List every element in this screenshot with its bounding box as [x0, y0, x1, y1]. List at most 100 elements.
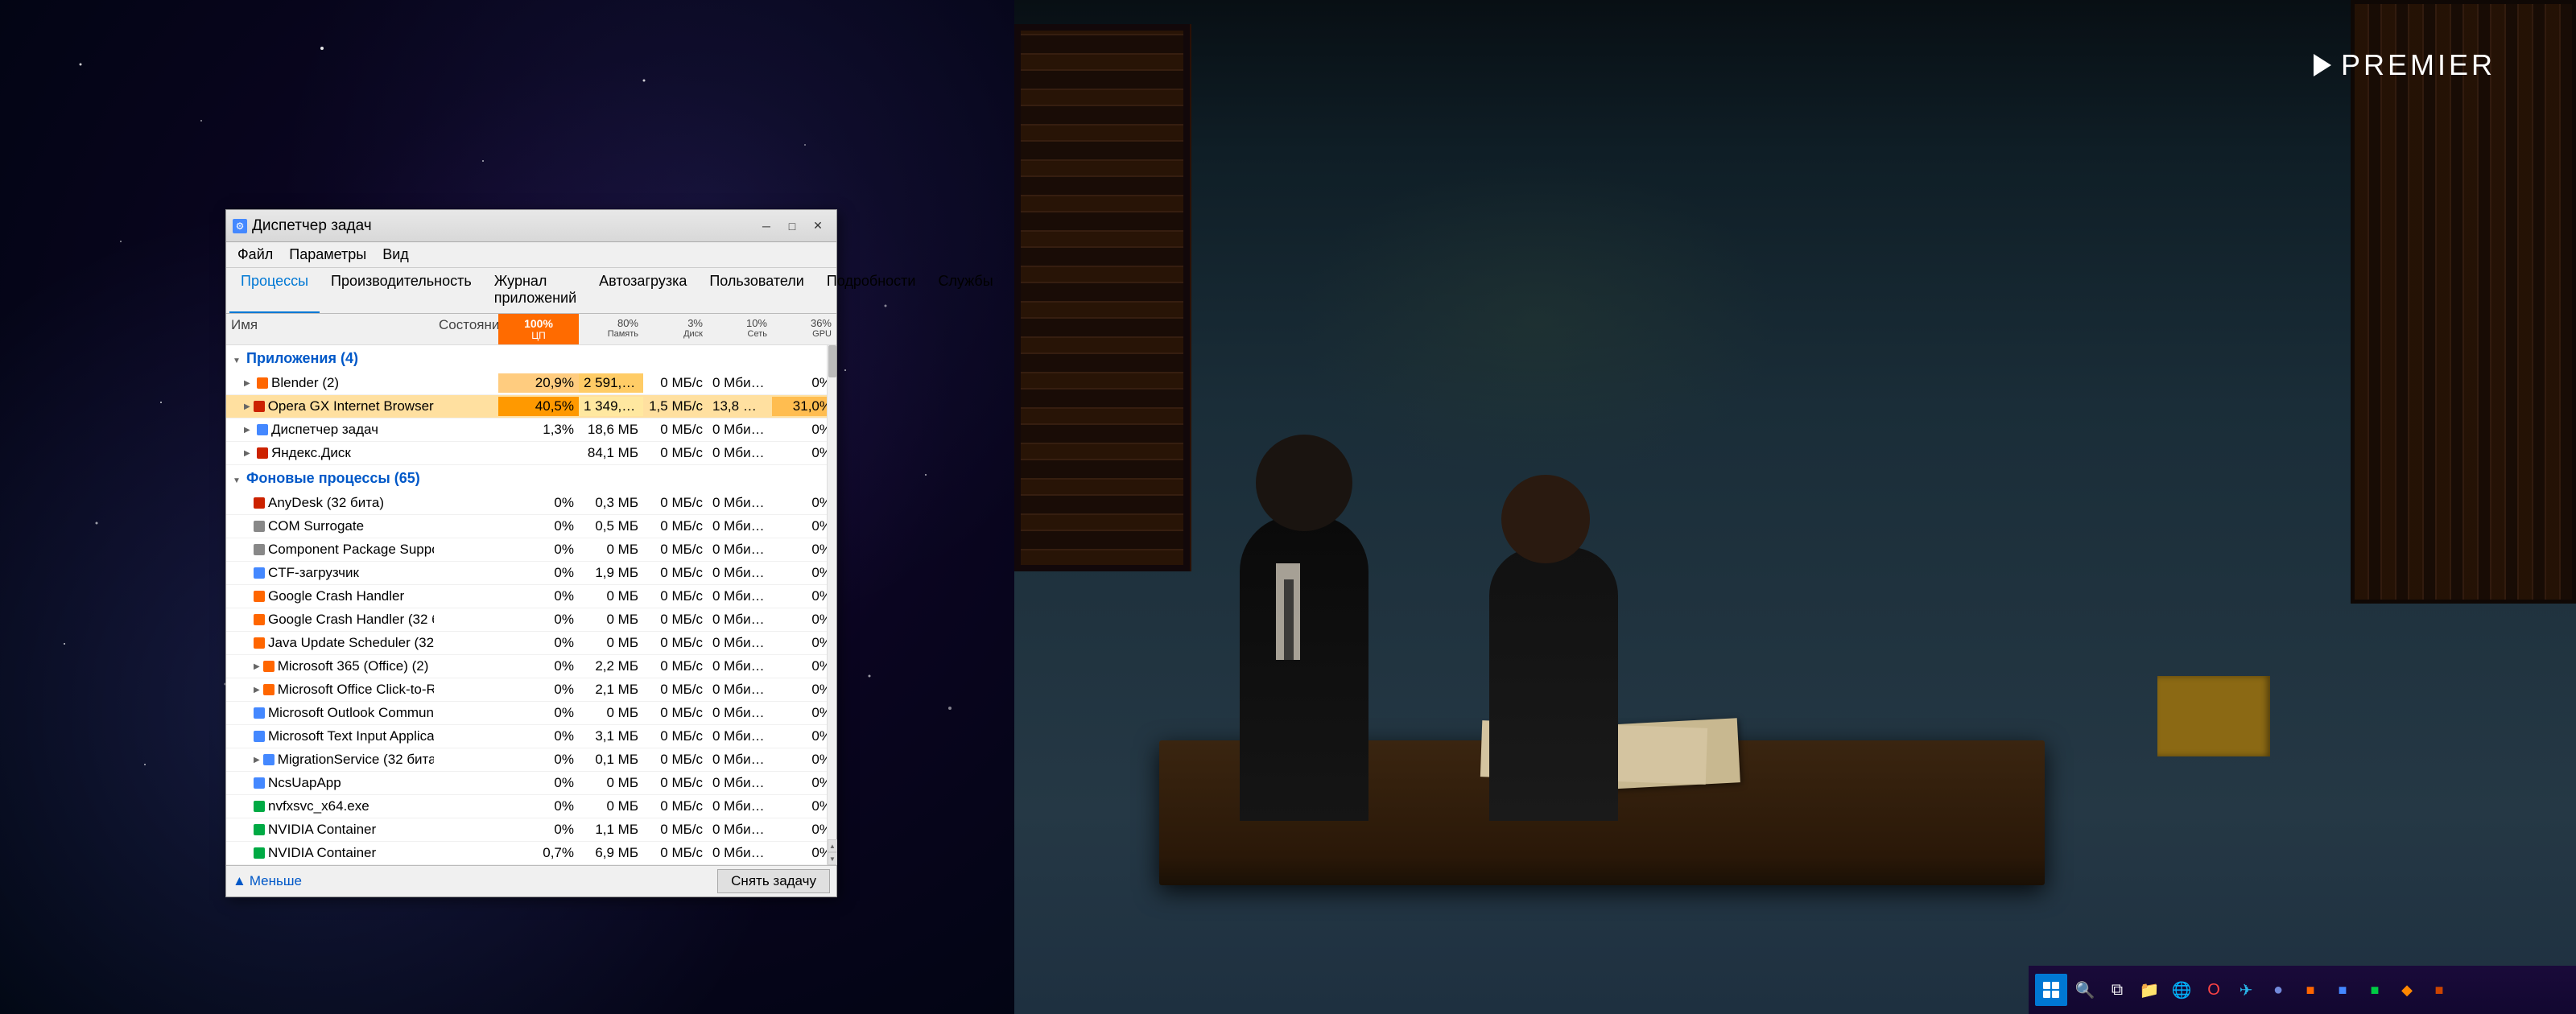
taskmgr-memory: 18,6 МБ [579, 420, 643, 439]
processes-content: Имя Состояние 100% ЦП 80% Память 3% Диск… [226, 314, 836, 865]
col-status[interactable]: Состояние [434, 314, 498, 344]
app2-button[interactable]: ■ [2328, 975, 2357, 1004]
col-gpu[interactable]: 36% GPU [772, 314, 836, 344]
tab-processes[interactable]: Процессы [229, 268, 320, 313]
task-manager-window: ⚙ Диспетчер задач ─ □ ✕ Файл Параметры В… [225, 209, 837, 897]
process-row-anydesk[interactable]: AnyDesk (32 бита) 0% 0,3 МБ 0 МБ/с 0 Мби… [226, 492, 836, 515]
discord-button[interactable]: ● [2264, 975, 2293, 1004]
process-name-opera: ▶ Opera GX Internet Browser (32) [226, 395, 434, 418]
expand-yandex[interactable]: ▶ [244, 449, 254, 458]
minimize-button[interactable]: ─ [754, 216, 778, 236]
expand-bg-icon[interactable]: ▼ [233, 476, 242, 485]
end-task-button[interactable]: Снять задачу [717, 869, 830, 893]
scrollbar[interactable]: ▲ ▼ [827, 345, 836, 865]
ctf-icon [254, 567, 265, 579]
process-row-nvidia1[interactable]: NVIDIA Container 0% 1,1 МБ 0 МБ/с 0 Мбит… [226, 818, 836, 842]
column-headers: Имя Состояние 100% ЦП 80% Память 3% Диск… [226, 314, 836, 345]
yandex-status [434, 451, 498, 455]
task-view-button[interactable]: ⧉ [2103, 975, 2132, 1004]
yandex-icon [257, 447, 268, 459]
process-row-taskmgr[interactable]: ▶ Диспетчер задач 1,3% 18,6 МБ 0 МБ/с 0 … [226, 418, 836, 442]
tab-details[interactable]: Подробности [815, 268, 927, 313]
process-name-taskmgr: ▶ Диспетчер задач [226, 418, 434, 441]
col-memory[interactable]: 80% Память [579, 314, 643, 344]
process-name-com-surrogate: COM Surrogate [226, 515, 434, 538]
apps-section-header[interactable]: ▼ Приложения (4) [226, 345, 836, 372]
less-button[interactable]: ▲ Меньше [233, 873, 302, 889]
ms-text-icon [254, 731, 265, 742]
tab-performance[interactable]: Производительность [320, 268, 483, 313]
anydesk-disk: 0 МБ/с [643, 493, 708, 513]
tab-services[interactable]: Службы [927, 268, 1004, 313]
app3-button[interactable]: ■ [2360, 975, 2389, 1004]
ncsuap-icon [254, 777, 265, 789]
opera-icon [254, 401, 265, 412]
process-row-google-crash[interactable]: Google Crash Handler 0% 0 МБ 0 МБ/с 0 Мб… [226, 585, 836, 608]
scroll-arrows: ▲ ▼ [828, 839, 837, 865]
process-row-cpss[interactable]: Component Package Support Server 0% 0 МБ… [226, 538, 836, 562]
process-row-ms365[interactable]: ▶ Microsoft 365 (Office) (2) 0% 2,2 МБ 0… [226, 655, 836, 678]
process-row-migration[interactable]: ▶ MigrationService (32 бита) 0% 0,1 МБ 0… [226, 748, 836, 772]
process-row-ctf[interactable]: CTF-загрузчик 0% 1,9 МБ 0 МБ/с 0 Мбит/с … [226, 562, 836, 585]
blender-memory: 2 591,5 МБ [579, 373, 643, 393]
process-name-cpss: Component Package Support Server [226, 538, 434, 561]
col-cpu[interactable]: 100% ЦП [498, 314, 579, 344]
app1-button[interactable]: ■ [2296, 975, 2325, 1004]
yandex-cpu [498, 451, 579, 455]
opera-memory: 1 349,2 МБ [579, 397, 643, 416]
process-name-ctf: CTF-загрузчик [226, 562, 434, 584]
process-row-yandex[interactable]: ▶ Яндекс.Диск 84,1 МБ 0 МБ/с 0 Мбит/с 0% [226, 442, 836, 465]
app4-button[interactable]: ■ [2425, 975, 2454, 1004]
process-row-ms-office[interactable]: ▶ Microsoft Office Click-to-Run (5) 0% 2… [226, 678, 836, 702]
process-row-google-crash-32[interactable]: Google Crash Handler (32 бита) 0% 0 МБ 0… [226, 608, 836, 632]
tab-bar: Процессы Производительность Журнал прило… [226, 268, 836, 314]
scrollbar-thumb[interactable] [828, 345, 836, 377]
expand-icon[interactable]: ▼ [233, 357, 242, 365]
process-row-opera[interactable]: ▶ Opera GX Internet Browser (32) 40,5% 1… [226, 395, 836, 418]
maximize-button[interactable]: □ [780, 216, 804, 236]
taskmgr-icon [257, 424, 268, 435]
col-disk[interactable]: 3% Диск [643, 314, 708, 344]
explorer-button[interactable]: 📁 [2135, 975, 2164, 1004]
task-manager-footer: ▲ Меньше Снять задачу [226, 865, 836, 897]
right-panel: PREMIER 🔍 ⧉ 📁 🌐 O ✈ [1014, 0, 2576, 1014]
col-name[interactable]: Имя [226, 314, 434, 344]
process-row-blender[interactable]: ▶ Blender (2) 20,9% 2 591,5 МБ 0 МБ/с 0 … [226, 372, 836, 395]
process-row-com-surrogate[interactable]: COM Surrogate 0% 0,5 МБ 0 МБ/с 0 Мбит/с … [226, 515, 836, 538]
less-arrow-icon: ▲ [233, 873, 246, 889]
scroll-up[interactable]: ▲ [828, 839, 837, 852]
process-row-ncsuap[interactable]: NcsUapApp 0% 0 МБ 0 МБ/с 0 Мбит/с 0% [226, 772, 836, 795]
menu-view[interactable]: Вид [374, 244, 417, 266]
process-name-blender: ▶ Blender (2) [226, 372, 434, 394]
taskmgr-status [434, 428, 498, 431]
col-network[interactable]: 10% Сеть [708, 314, 772, 344]
migration-icon [263, 754, 275, 765]
process-row-java[interactable]: Java Update Scheduler (32 бита) 0% 0 МБ … [226, 632, 836, 655]
search-taskbar-button[interactable]: 🔍 [2070, 975, 2099, 1004]
close-button[interactable]: ✕ [806, 216, 830, 236]
process-row-nvidia2[interactable]: NVIDIA Container 0,7% 6,9 МБ 0 МБ/с 0 Мб… [226, 842, 836, 865]
scroll-down[interactable]: ▼ [828, 852, 837, 865]
browser-button[interactable]: 🌐 [2167, 975, 2196, 1004]
tab-startup[interactable]: Автозагрузка [588, 268, 698, 313]
title-bar: ⚙ Диспетчер задач ─ □ ✕ [226, 210, 836, 242]
tab-users[interactable]: Пользователи [698, 268, 815, 313]
process-row-nvfxsvc[interactable]: nvfxsvc_x64.exe 0% 0 МБ 0 МБ/с 0 Мбит/с … [226, 795, 836, 818]
menu-options[interactable]: Параметры [281, 244, 374, 266]
expand-taskmgr[interactable]: ▶ [244, 426, 254, 435]
process-row-ms-text[interactable]: Microsoft Text Input Application 0% 3,1 … [226, 725, 836, 748]
tab-app-history[interactable]: Журнал приложений [483, 268, 588, 313]
start-button[interactable] [2035, 974, 2067, 1006]
expand-blender[interactable]: ▶ [244, 379, 254, 388]
premier-text: PREMIER [2341, 48, 2496, 82]
com-memory: 0,5 МБ [579, 517, 643, 536]
menu-file[interactable]: Файл [229, 244, 281, 266]
app-icon: ⚙ [233, 219, 247, 233]
expand-opera[interactable]: ▶ [244, 402, 250, 411]
blender-button[interactable]: ◆ [2392, 975, 2421, 1004]
anydesk-icon [254, 497, 265, 509]
opera-button[interactable]: O [2199, 975, 2228, 1004]
telegram-button[interactable]: ✈ [2231, 975, 2260, 1004]
process-row-ms-outlook[interactable]: Microsoft Outlook Communications 0% 0 МБ… [226, 702, 836, 725]
background-section-header[interactable]: ▼ Фоновые процессы (65) [226, 465, 836, 492]
